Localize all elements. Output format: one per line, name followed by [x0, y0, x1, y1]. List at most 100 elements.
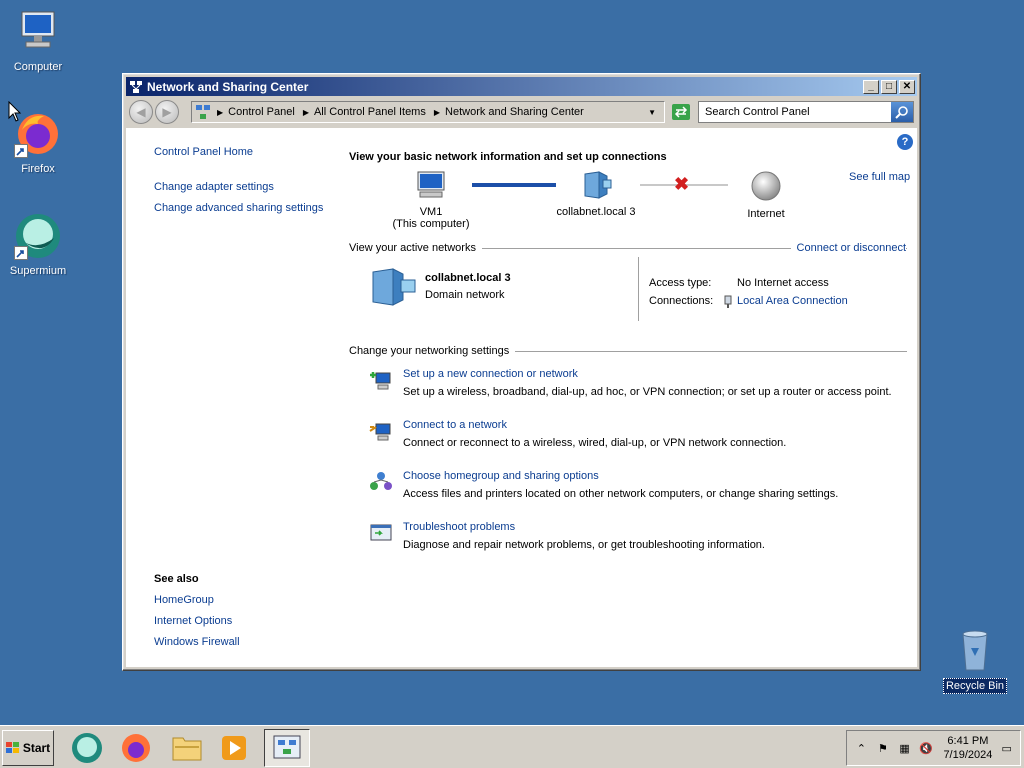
link-connect-or-disconnect[interactable]: Connect or disconnect	[790, 242, 906, 254]
network-center-icon	[130, 80, 142, 93]
link-windows-firewall[interactable]: Windows Firewall	[154, 636, 240, 648]
maximize-button[interactable]: □	[881, 79, 897, 94]
globe-icon	[751, 171, 781, 201]
chevron-right-icon: ▶	[302, 107, 309, 117]
show-desktop-icon[interactable]: ▭	[998, 739, 1015, 757]
link-line-connected	[472, 183, 556, 187]
computer-icon	[417, 171, 445, 198]
desktop-icon-label: Recycle Bin	[942, 678, 1008, 694]
link-internet-options[interactable]: Internet Options	[154, 615, 232, 627]
search-icon	[895, 106, 908, 119]
recycle-bin-icon	[951, 626, 999, 674]
link-troubleshoot-problems[interactable]: Troubleshoot problems	[403, 521, 515, 533]
supermium-icon	[72, 733, 102, 763]
desktop-icon-label: Supermium	[9, 265, 67, 277]
clock[interactable]: 6:41 PM 7/19/2024	[943, 734, 992, 762]
link-homegroup[interactable]: HomeGroup	[154, 594, 214, 606]
search-input[interactable]: Search Control Panel	[698, 101, 914, 123]
action-center-flag-icon[interactable]: ⚑	[875, 739, 892, 757]
taskbar-supermium[interactable]	[68, 729, 106, 767]
network-tray-icon[interactable]: ▦	[896, 739, 913, 757]
homegroup-icon	[370, 472, 392, 490]
help-button[interactable]: ?	[897, 134, 913, 150]
domain-network-icon	[372, 268, 416, 306]
map-node-computer: VM1 (This computer)	[381, 170, 481, 230]
task-description: Diagnose and repair network problems, or…	[403, 539, 765, 551]
link-local-area-connection[interactable]: Local Area Connection	[737, 295, 848, 307]
domain-network-icon	[584, 171, 612, 199]
taskbar-media-player[interactable]	[215, 729, 253, 767]
change-settings-label: Change your networking settings	[349, 345, 516, 357]
page-title: View your basic network information and …	[349, 151, 667, 163]
desktop-icon-recycle-bin[interactable]: Recycle Bin	[937, 626, 1013, 694]
content-pane: ? Control Panel Home Change adapter sett…	[126, 128, 917, 667]
active-network-type: Domain network	[425, 289, 505, 301]
internet-label: Internet	[747, 208, 785, 220]
shortcut-arrow-icon	[14, 246, 28, 260]
volume-muted-icon[interactable]: 🔇	[918, 739, 935, 757]
refresh-icon	[672, 104, 690, 120]
window-title: Network and Sharing Center	[147, 79, 309, 94]
refresh-button[interactable]	[671, 103, 691, 121]
link-control-panel-home[interactable]: Control Panel Home	[154, 146, 253, 158]
task-description: Connect or reconnect to a wireless, wire…	[403, 437, 787, 449]
taskbar-firefox[interactable]	[117, 729, 155, 767]
taskbar-network-center[interactable]	[264, 729, 310, 767]
breadcrumb-all-items[interactable]: All Control Panel Items	[314, 106, 426, 118]
windows-flag-icon	[5, 742, 19, 753]
link-change-adapter-settings[interactable]: Change adapter settings	[154, 181, 274, 193]
link-set-up-new-connection[interactable]: Set up a new connection or network	[403, 368, 578, 380]
connections-label: Connections:	[649, 295, 714, 307]
back-button[interactable]: ◀	[129, 100, 153, 124]
computer-icon	[14, 8, 62, 56]
minimize-button[interactable]: _	[863, 79, 879, 94]
forward-button[interactable]: ▶	[155, 100, 179, 124]
chevron-right-icon: ▶	[433, 107, 441, 117]
folder-icon	[172, 737, 202, 761]
troubleshoot-icon	[370, 524, 392, 541]
desktop-icon-label: Firefox	[21, 163, 55, 175]
active-network-name: collabnet.local 3	[425, 272, 511, 284]
network-adapter-icon	[724, 295, 732, 308]
link-connect-to-network[interactable]: Connect to a network	[403, 419, 507, 431]
clock-time: 6:41 PM	[947, 735, 989, 747]
show-hidden-icons-button[interactable]: ⌃	[853, 739, 870, 757]
see-also-heading: See also	[154, 573, 199, 585]
breadcrumb-control-panel[interactable]: Control Panel	[228, 106, 295, 118]
media-player-icon	[222, 736, 246, 760]
breadcrumb-network-center[interactable]: Network and Sharing Center	[445, 106, 584, 118]
desktop-icon-computer[interactable]: Computer	[0, 8, 76, 74]
control-panel-icon	[196, 105, 210, 119]
start-label: Start	[22, 741, 51, 755]
disconnected-x-icon: ✖	[674, 174, 690, 194]
access-type-label: Access type:	[649, 277, 712, 289]
computer-sub: (This computer)	[392, 218, 470, 230]
network-sharing-window: Network and Sharing Center _ □ ✕ ◀ ▶ ▶ C…	[122, 73, 921, 671]
link-change-advanced-sharing[interactable]: Change advanced sharing settings	[154, 202, 323, 214]
vertical-divider	[638, 257, 639, 321]
network-name: collabnet.local 3	[556, 206, 636, 218]
search-button[interactable]	[891, 102, 913, 122]
desktop-icon-supermium[interactable]: Supermium	[0, 212, 76, 278]
address-bar[interactable]: ▶ Control Panel ▶ All Control Panel Item…	[191, 101, 665, 123]
start-button[interactable]: Start	[2, 730, 54, 766]
title-bar[interactable]: Network and Sharing Center _ □ ✕	[126, 77, 917, 96]
connect-network-icon	[369, 423, 391, 441]
task-description: Access files and printers located on oth…	[403, 488, 839, 500]
taskbar: Start ⌃ ⚑ ▦ 🔇 6:41 PM 7/19/2024 ▭	[0, 725, 1024, 768]
desktop-icon-label: Computer	[13, 61, 63, 73]
taskbar-explorer[interactable]	[168, 729, 206, 767]
mouse-cursor-icon	[8, 101, 22, 122]
close-button[interactable]: ✕	[899, 79, 915, 94]
access-type-value: No Internet access	[737, 277, 829, 289]
search-placeholder: Search Control Panel	[705, 106, 810, 118]
system-tray: ⌃ ⚑ ▦ 🔇 6:41 PM 7/19/2024 ▭	[846, 730, 1021, 766]
shortcut-arrow-icon	[14, 144, 28, 158]
chevron-right-icon: ▶	[217, 107, 224, 117]
link-see-full-map[interactable]: See full map	[849, 171, 910, 183]
firefox-icon	[122, 734, 150, 762]
link-homegroup-sharing[interactable]: Choose homegroup and sharing options	[403, 470, 599, 482]
address-dropdown-icon[interactable]: ▼	[648, 108, 656, 117]
navigation-bar: ◀ ▶ ▶ Control Panel ▶ All Control Panel …	[126, 96, 917, 128]
network-center-icon	[273, 735, 301, 759]
